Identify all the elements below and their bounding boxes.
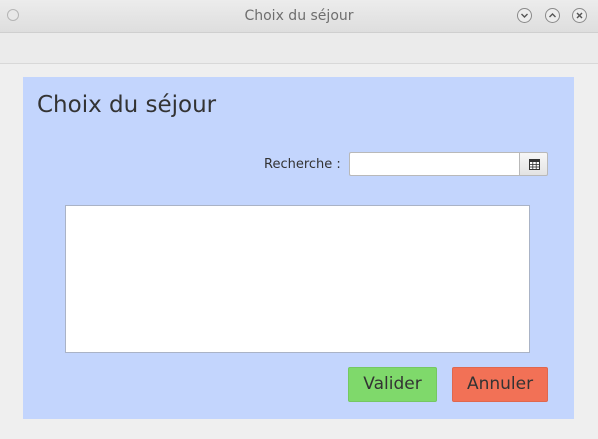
page-title: Choix du séjour [37,92,217,118]
search-label: Recherche : [264,157,341,172]
cancel-button[interactable]: Annuler [452,367,548,402]
toolbar-strip [0,33,598,64]
window-title: Choix du séjour [244,8,354,24]
search-input[interactable] [349,152,520,176]
close-button[interactable] [572,8,587,23]
maximize-button[interactable] [545,8,560,23]
title-bar[interactable]: Choix du séjour [0,0,598,33]
stay-list[interactable] [65,205,530,353]
calendar-grid-icon [529,159,540,170]
minimize-button[interactable] [517,8,532,23]
close-icon [576,12,583,19]
search-calendar-button[interactable] [519,152,548,176]
main-panel: Choix du séjour Recherche : Valider Annu… [23,77,574,419]
chevron-up-icon [549,13,556,18]
validate-button[interactable]: Valider [348,367,437,402]
dialog-window: Choix du séjour Choix du séjour Recherch… [0,0,598,439]
chevron-down-icon [521,13,528,18]
